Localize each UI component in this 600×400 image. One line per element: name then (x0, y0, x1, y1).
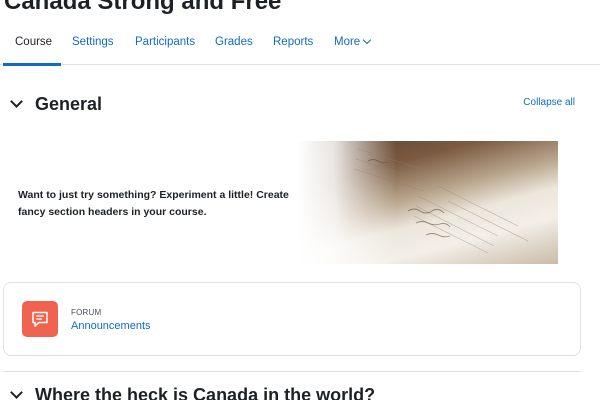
page-title: Canada Strong and Free (4, 0, 282, 15)
tab-more[interactable]: More (334, 35, 372, 48)
notebook-photo (298, 141, 558, 264)
section-title: Where the heck is Canada in the world? (35, 384, 376, 400)
collapse-all-link[interactable]: Collapse all (523, 97, 575, 108)
tab-grades[interactable]: Grades (215, 36, 253, 48)
tab-more-label: More (334, 36, 361, 48)
chevron-down-icon[interactable] (10, 385, 23, 399)
activity-type-label: FORUM (71, 308, 102, 317)
section-header-where-canada[interactable]: Where the heck is Canada in the world? (10, 383, 375, 400)
banner-text: Want to just try something? Experiment a… (18, 189, 289, 218)
forum-icon (22, 301, 58, 337)
activity-link[interactable]: Announcements (71, 320, 151, 332)
section-banner: Want to just try something? Experiment a… (3, 141, 558, 264)
course-nav-tabs: Course Settings Participants Grades Repo… (0, 30, 600, 66)
notebook-sketch (353, 148, 529, 254)
section-title: General (35, 93, 103, 114)
active-tab-indicator (3, 63, 61, 66)
chevron-down-icon (362, 35, 372, 45)
section-header-general[interactable]: General (10, 92, 102, 116)
activity-card-forum[interactable]: FORUM Announcements (3, 282, 581, 356)
tab-settings[interactable]: Settings (72, 36, 114, 48)
chevron-down-icon[interactable] (10, 94, 23, 108)
tab-course[interactable]: Course (15, 36, 52, 48)
tab-participants[interactable]: Participants (135, 36, 195, 48)
section-divider (3, 371, 581, 372)
tab-reports[interactable]: Reports (273, 36, 313, 48)
